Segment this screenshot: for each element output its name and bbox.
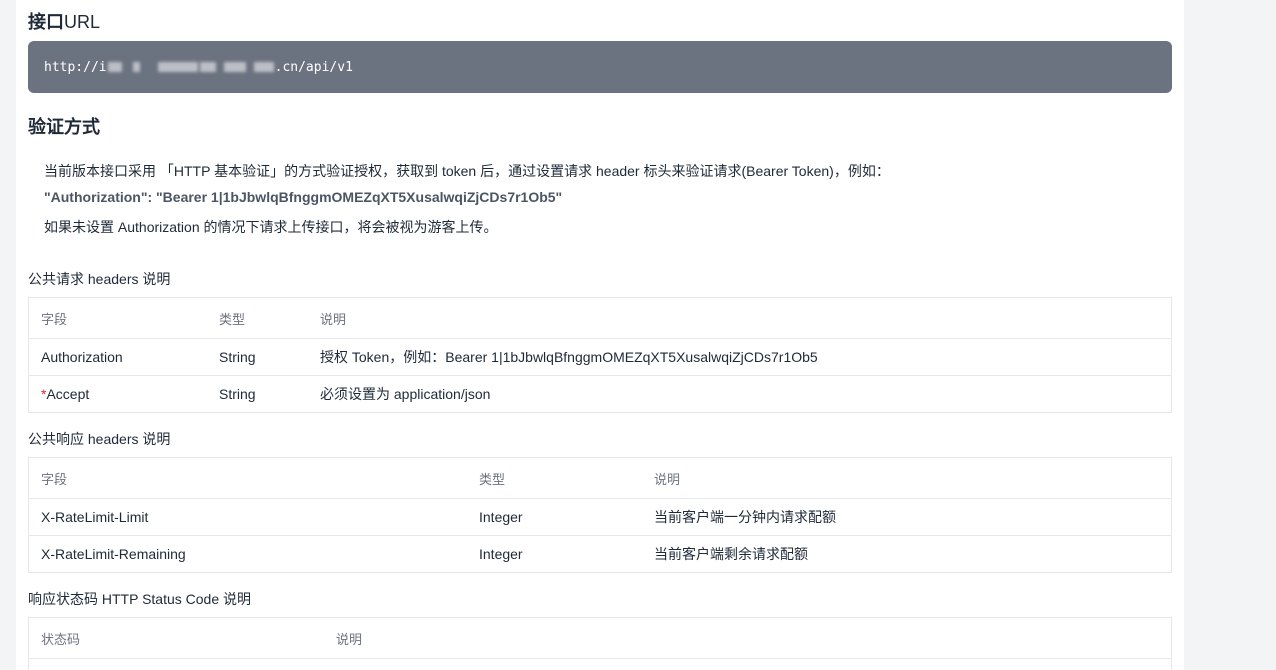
col-type: 类型: [467, 457, 642, 499]
api-url-codeblock[interactable]: http://i .cn/api/v1: [28, 41, 1172, 93]
col-field: 字段: [28, 457, 467, 499]
col-desc: 说明: [324, 617, 1172, 659]
content-card: 接口URL http://i .cn/api/v1 验证方式 当前版本接口采用 …: [16, 0, 1184, 670]
auth-guest-note: 如果未设置 Authorization 的情况下请求上传接口，将会被视为游客上传…: [44, 219, 498, 235]
col-desc: 说明: [642, 457, 1172, 499]
response-headers-table: 字段 类型 说明 X-RateLimit-Limit Integer 当前客户端…: [28, 457, 1172, 573]
type-cell: String: [207, 338, 308, 376]
col-desc: 说明: [308, 297, 1172, 339]
field-name: Accept: [46, 386, 90, 402]
desc-cell: 当前客户端剩余请求配额: [642, 535, 1172, 573]
desc-cell: 授权 Token，例如：Bearer 1|1bJbwlqBfnggmOMEZqX…: [308, 338, 1172, 376]
field-cell: X-RateLimit-Limit: [28, 498, 467, 536]
field-name: Authorization: [41, 349, 123, 365]
table-row: X-RateLimit-Remaining Integer 当前客户端剩余请求配…: [28, 535, 1172, 573]
status-code-cell: [28, 658, 324, 670]
field-cell: *Accept: [28, 375, 207, 413]
api-url-heading-en: URL: [64, 12, 101, 32]
type-cell: Integer: [467, 535, 642, 573]
api-url-suffix: .cn/api/v1: [274, 59, 353, 75]
status-codes-caption: 响应状态码 HTTP Status Code 说明: [28, 591, 252, 607]
table-header-row: 状态码 说明: [28, 617, 1172, 659]
field-cell: X-RateLimit-Remaining: [28, 535, 467, 573]
field-cell: Authorization: [28, 338, 207, 376]
type-cell: Integer: [467, 498, 642, 536]
desc-cell: 当前客户端一分钟内请求配额: [642, 498, 1172, 536]
table-row: Authorization String 授权 Token，例如：Bearer …: [28, 338, 1172, 376]
desc-cell: 必须设置为 application/json: [308, 375, 1172, 413]
type-cell: String: [207, 375, 308, 413]
auth-heading: 验证方式: [28, 117, 100, 137]
status-codes-table: 状态码 说明: [28, 617, 1172, 670]
table-header-row: 字段 类型 说明: [28, 297, 1172, 339]
redacted-segment: [107, 62, 275, 72]
response-headers-caption: 公共响应 headers 说明: [28, 431, 171, 447]
auth-example: "Authorization": "Bearer 1|1bJbwlqBfnggm…: [44, 189, 563, 205]
api-url-prefix: http://i: [44, 59, 107, 75]
auth-description: 当前版本接口采用 「HTTP 基本验证」的方式验证授权，获取到 token 后，…: [44, 163, 890, 179]
request-headers-table: 字段 类型 说明 Authorization String 授权 Token，例…: [28, 297, 1172, 413]
request-headers-caption: 公共请求 headers 说明: [28, 271, 171, 287]
table-row: [28, 658, 1172, 670]
col-status-code: 状态码: [28, 617, 324, 659]
table-row: *Accept String 必须设置为 application/json: [28, 375, 1172, 413]
table-row: X-RateLimit-Limit Integer 当前客户端一分钟内请求配额: [28, 498, 1172, 536]
col-field: 字段: [28, 297, 207, 339]
api-url-heading: 接口URL: [28, 8, 100, 34]
desc-cell: [324, 658, 1172, 670]
col-type: 类型: [207, 297, 308, 339]
api-url-heading-zh: 接口: [28, 12, 64, 32]
table-header-row: 字段 类型 说明: [28, 457, 1172, 499]
